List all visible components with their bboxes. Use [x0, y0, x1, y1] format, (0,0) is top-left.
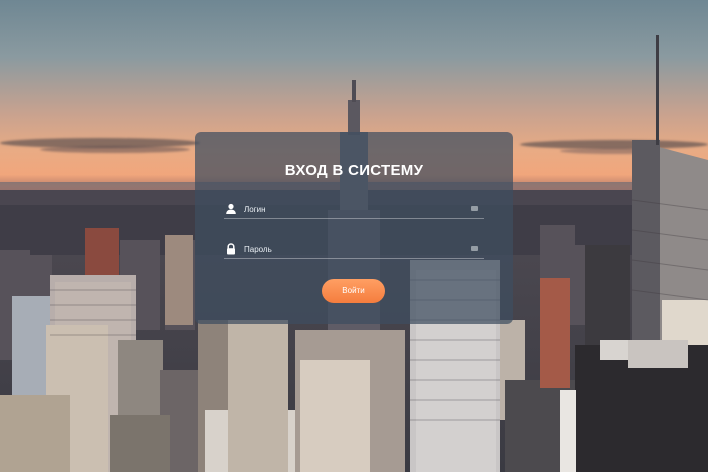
user-icon: [226, 203, 236, 214]
password-input[interactable]: [244, 241, 469, 257]
login-input[interactable]: [244, 201, 469, 217]
keyboard-icon: [471, 246, 478, 251]
login-page: ВХОД В СИСТЕМУ Войти: [0, 0, 708, 472]
login-field[interactable]: [224, 201, 484, 219]
login-title: ВХОД В СИСТЕМУ: [284, 162, 424, 179]
lock-icon: [227, 243, 235, 255]
password-field[interactable]: [224, 241, 484, 259]
login-button[interactable]: Войти: [322, 279, 385, 303]
keyboard-icon: [471, 206, 478, 211]
